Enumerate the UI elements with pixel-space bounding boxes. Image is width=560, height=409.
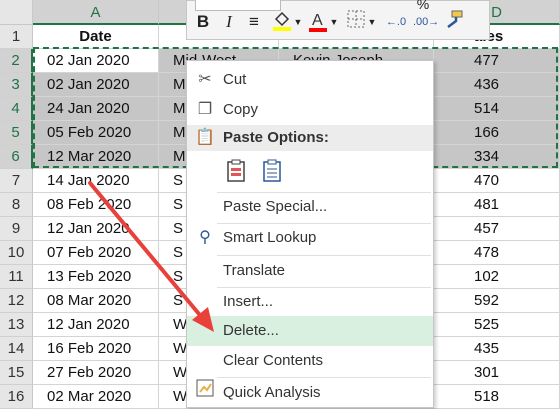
menu-item-label: Clear Contents (223, 352, 324, 369)
cell-sales[interactable]: 457 (434, 217, 560, 241)
menu-item-label: Quick Analysis (223, 384, 321, 401)
cell-sales[interactable]: 334 (434, 145, 560, 169)
cell-date[interactable]: 13 Feb 2020 (33, 265, 159, 289)
dropdown-icon[interactable]: ▼ (293, 9, 303, 35)
fill-color-icon[interactable] (271, 9, 293, 35)
cell-sales[interactable]: 436 (434, 73, 560, 97)
cell-sales[interactable]: 518 (434, 385, 560, 409)
borders-icon[interactable] (345, 9, 367, 35)
cell-date[interactable]: 02 Jan 2020 (33, 73, 159, 97)
align-center-icon[interactable]: ≡ (243, 9, 265, 35)
cell-sales[interactable]: 301 (434, 361, 560, 385)
row-header[interactable]: 9 (0, 217, 33, 241)
cell-sales[interactable]: 166 (434, 121, 560, 145)
menu-item-label: Smart Lookup (223, 229, 317, 246)
cell-sales[interactable]: 525 (434, 313, 560, 337)
cell-sales[interactable]: 435 (434, 337, 560, 361)
row-header[interactable]: 10 (0, 241, 33, 265)
menu-item-clear-contents[interactable]: Clear Contents (187, 346, 433, 376)
cell-date[interactable]: 24 Jan 2020 (33, 97, 159, 121)
menu-item-label: Paste Options: (223, 129, 329, 146)
cell-date[interactable]: 14 Jan 2020 (33, 169, 159, 193)
cell-date[interactable]: 16 Feb 2020 (33, 337, 159, 361)
menu-item-smart-lookup[interactable]: ⚲ Smart Lookup (187, 223, 433, 253)
cell-date[interactable]: 02 Mar 2020 (33, 385, 159, 409)
copy-icon: ❐ (197, 101, 213, 118)
cell-header-date[interactable]: Date (33, 25, 159, 49)
menu-item-label: Delete... (223, 322, 279, 339)
cell-date[interactable]: 08 Feb 2020 (33, 193, 159, 217)
row-header[interactable]: 12 (0, 289, 33, 313)
clipboard-icon: 📋 (195, 129, 215, 146)
cell-sales[interactable]: 102 (434, 265, 560, 289)
row-header[interactable]: 7 (0, 169, 33, 193)
cell-date[interactable]: 12 Jan 2020 (33, 217, 159, 241)
row-header[interactable]: 13 (0, 313, 33, 337)
corner-select-all[interactable] (0, 0, 33, 25)
context-menu: ✂ Cut ❐ Copy 📋 Paste Options: Paste Spec… (186, 60, 434, 408)
paste-options-header: 📋 Paste Options: (187, 125, 433, 151)
scissors-icon: ✂ (198, 71, 212, 88)
cell-date[interactable]: 12 Mar 2020 (33, 145, 159, 169)
menu-item-quick-analysis[interactable]: Quick Analysis (187, 378, 433, 408)
row-header[interactable]: 3 (0, 73, 33, 97)
row-header[interactable]: 5 (0, 121, 33, 145)
cell-date[interactable]: 02 Jan 2020 (33, 49, 159, 73)
cell-date[interactable]: 05 Feb 2020 (33, 121, 159, 145)
row-header[interactable]: 11 (0, 265, 33, 289)
dropdown-icon[interactable]: ▼ (329, 9, 339, 35)
menu-item-label: Insert... (223, 293, 274, 310)
menu-item-insert[interactable]: Insert... (187, 287, 433, 317)
cell-date[interactable]: 12 Jan 2020 (33, 313, 159, 337)
format-painter-icon[interactable] (443, 9, 465, 35)
font-color-icon[interactable]: A (307, 9, 329, 35)
paste-values-icon[interactable] (261, 159, 283, 188)
cell-sales[interactable]: 477 (434, 49, 560, 73)
cell-date[interactable]: 27 Feb 2020 (33, 361, 159, 385)
cell-sales[interactable]: 481 (434, 193, 560, 217)
cell-sales[interactable]: 592 (434, 289, 560, 313)
mini-toolbar: B I ≡ ▼ A ▼ ▼ ←.0 .00→ % (186, 0, 490, 40)
menu-item-delete[interactable]: Delete... (187, 316, 433, 346)
dropdown-icon[interactable]: ▼ (367, 9, 377, 35)
row-header[interactable]: 2 (0, 49, 33, 73)
column-header-a[interactable]: A (33, 0, 159, 25)
menu-item-translate[interactable]: Translate (187, 256, 433, 286)
cell-sales[interactable]: 514 (434, 97, 560, 121)
menu-item-label: Cut (223, 71, 247, 88)
cell-date[interactable]: 08 Mar 2020 (33, 289, 159, 313)
row-header[interactable]: 16 (0, 385, 33, 409)
cell-sales[interactable]: 478 (434, 241, 560, 265)
menu-item-cut[interactable]: ✂ Cut (187, 65, 433, 95)
row-header[interactable]: 4 (0, 97, 33, 121)
search-icon: ⚲ (199, 229, 211, 246)
italic-button[interactable]: I (219, 9, 239, 35)
menu-item-paste-special[interactable]: Paste Special... (187, 192, 433, 222)
increase-decimal-icon[interactable]: ←.0 (383, 9, 409, 35)
quick-analysis-icon (195, 378, 215, 408)
row-header[interactable]: 8 (0, 193, 33, 217)
cell-date[interactable]: 07 Feb 2020 (33, 241, 159, 265)
row-header[interactable]: 6 (0, 145, 33, 169)
menu-item-label: Paste Special... (223, 198, 328, 215)
svg-text:A: A (312, 12, 323, 29)
cell-sales[interactable]: 470 (434, 169, 560, 193)
bold-button[interactable]: B (193, 9, 213, 35)
row-header[interactable]: 14 (0, 337, 33, 361)
menu-item-label: Translate (223, 262, 285, 279)
menu-item-label: Copy (223, 101, 259, 118)
menu-item-copy[interactable]: ❐ Copy (187, 95, 433, 125)
row-header[interactable]: 1 (0, 25, 33, 49)
percent-button[interactable]: % (413, 0, 433, 17)
paste-icon[interactable] (225, 159, 247, 188)
row-header[interactable]: 15 (0, 361, 33, 385)
